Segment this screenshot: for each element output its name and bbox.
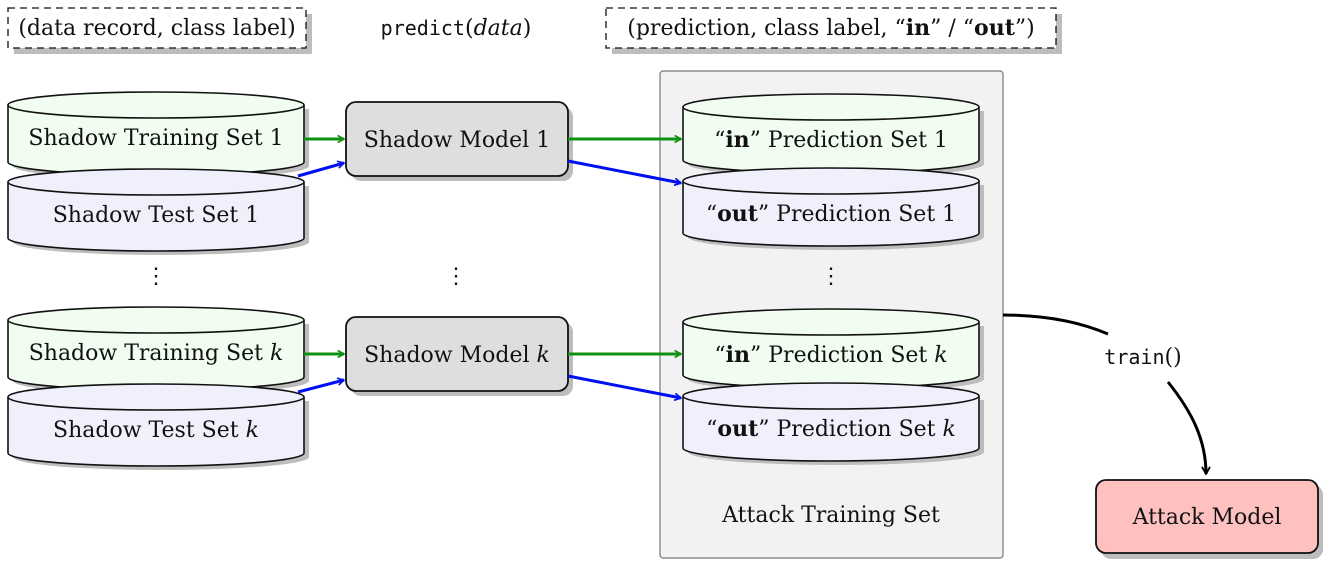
shadow-model-k: Shadow Model k xyxy=(345,316,573,396)
out-prediction-set-k: “out” Prediction Set k xyxy=(682,382,984,465)
in-prediction-set-1: “in” Prediction Set 1 xyxy=(682,93,984,177)
predict-arg-label: data xyxy=(474,16,523,41)
attack-model-label: Attack Model xyxy=(1132,505,1282,530)
train-arrow-upper xyxy=(1002,313,1109,336)
predict-fn-label: predict xyxy=(381,16,465,40)
shadow-test-set-k: Shadow Test Set k xyxy=(7,383,309,470)
svg-text:predict(data): predict(data) xyxy=(381,16,532,41)
svg-text:“out” Prediction Set 1: “out” Prediction Set 1 xyxy=(706,201,956,227)
svg-text:Shadow Test Set k: Shadow Test Set k xyxy=(53,418,259,443)
svg-text:Shadow Model k: Shadow Model k xyxy=(364,343,550,368)
svg-text:(prediction, class label, “in”: (prediction, class label, “in” / “out”) xyxy=(627,15,1034,41)
svg-text:“out” Prediction Set k: “out” Prediction Set k xyxy=(706,416,956,442)
train-arrow-lower xyxy=(1166,381,1206,474)
shadow-model-1: Shadow Model 1 xyxy=(345,101,573,181)
train-label: train() xyxy=(1104,345,1181,370)
svg-text:Shadow Training Set 1: Shadow Training Set 1 xyxy=(28,126,283,151)
legend-input-text: (data record, class label) xyxy=(18,16,295,41)
ellipsis-predictions: ⋮ xyxy=(820,264,842,289)
legend-output-record: (prediction, class label, “in” / “out”) xyxy=(605,7,1062,54)
shadow-training-set-1: Shadow Training Set 1 xyxy=(7,91,309,179)
svg-text:Shadow Test Set 1: Shadow Test Set 1 xyxy=(53,203,260,228)
attack-training-set-label: Attack Training Set xyxy=(721,503,940,528)
legend-predict: predict(data) xyxy=(381,16,532,41)
legend-in: in xyxy=(906,15,930,41)
shadow-test-set-1: Shadow Test Set 1 xyxy=(7,168,309,255)
ellipsis-models: ⋮ xyxy=(445,264,467,289)
shadow-training-set-k: Shadow Training Set k xyxy=(7,306,309,394)
svg-text:“in” Prediction Set 1: “in” Prediction Set 1 xyxy=(714,127,948,153)
legend-input-record: (data record, class label) xyxy=(7,7,312,54)
svg-text:“in” Prediction Set k: “in” Prediction Set k xyxy=(714,342,947,368)
ellipsis-datasets: ⋮ xyxy=(145,264,167,289)
out-prediction-set-1: “out” Prediction Set 1 xyxy=(682,167,984,250)
legend-out: out xyxy=(974,15,1016,41)
attack-model: Attack Model xyxy=(1095,479,1323,559)
diagram-canvas: (data record, class label) predict(data)… xyxy=(7,7,1323,559)
svg-text:Shadow Model 1: Shadow Model 1 xyxy=(364,128,550,153)
svg-text:Shadow Training Set k: Shadow Training Set k xyxy=(29,341,284,366)
in-prediction-set-k: “in” Prediction Set k xyxy=(682,308,984,392)
